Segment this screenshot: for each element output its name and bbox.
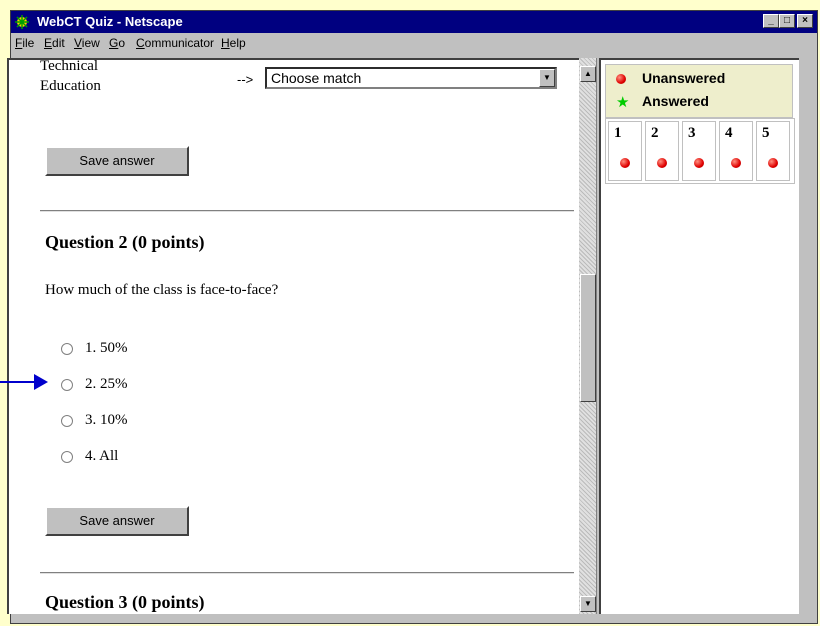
menu-go[interactable]: Go bbox=[109, 36, 125, 50]
quiz-frame: Technical Education --> Choose match ▼ S… bbox=[7, 58, 579, 614]
question-2-text: How much of the class is face-to-face? bbox=[45, 282, 279, 298]
divider bbox=[40, 572, 574, 574]
option-3-label: 3. 10% bbox=[85, 412, 128, 428]
legend-answered-label: Answered bbox=[642, 93, 709, 109]
menu-edit[interactable]: Edit bbox=[44, 36, 65, 50]
save-answer-button-q1[interactable]: Save answer bbox=[45, 146, 189, 176]
question-status-cell[interactable]: 4 bbox=[719, 121, 753, 181]
dropdown-arrow-icon[interactable]: ▼ bbox=[539, 69, 555, 87]
menu-bar: File Edit View Go Communicator Help bbox=[11, 33, 817, 53]
match-dropdown-value: Choose match bbox=[271, 70, 362, 86]
question-status-grid: 1 2 3 4 5 bbox=[605, 118, 795, 184]
save-answer-button-q2[interactable]: Save answer bbox=[45, 506, 189, 536]
legend-unanswered-label: Unanswered bbox=[642, 70, 726, 86]
title-bar[interactable]: WebCT Quiz - Netscape _ □ × bbox=[11, 11, 817, 33]
radio-option-4[interactable] bbox=[61, 451, 73, 463]
radio-option-2[interactable] bbox=[61, 379, 73, 391]
scroll-thumb[interactable] bbox=[580, 274, 596, 402]
question-2-heading: Question 2 (0 points) bbox=[45, 232, 205, 252]
question-status-cell[interactable]: 3 bbox=[682, 121, 716, 181]
unanswered-dot-icon bbox=[694, 158, 704, 168]
radio-option-1[interactable] bbox=[61, 343, 73, 355]
radio-option-3[interactable] bbox=[61, 415, 73, 427]
divider bbox=[40, 210, 574, 212]
minimize-button[interactable]: _ bbox=[763, 14, 779, 28]
close-button[interactable]: × bbox=[797, 14, 813, 28]
match-arrow-text: --> bbox=[237, 72, 254, 87]
question-status-cell[interactable]: 1 bbox=[608, 121, 642, 181]
pointer-arrow-icon bbox=[0, 374, 48, 390]
unanswered-dot-icon bbox=[731, 158, 741, 168]
match-dropdown[interactable]: Choose match ▼ bbox=[265, 67, 557, 89]
option-4-label: 4. All bbox=[85, 448, 119, 464]
window-title: WebCT Quiz - Netscape bbox=[37, 14, 183, 29]
maximize-button[interactable]: □ bbox=[779, 14, 795, 28]
menu-file[interactable]: File bbox=[15, 36, 34, 50]
menu-view[interactable]: View bbox=[74, 36, 100, 50]
option-2-label: 2. 25% bbox=[85, 376, 128, 392]
vertical-scrollbar[interactable]: ▲ ▼ bbox=[579, 58, 597, 614]
option-1-label: 1. 50% bbox=[85, 340, 128, 356]
question-status-cell[interactable]: 5 bbox=[756, 121, 790, 181]
question-status-cell[interactable]: 2 bbox=[645, 121, 679, 181]
scroll-up-icon[interactable]: ▲ bbox=[580, 66, 596, 82]
answered-star-icon: ★ bbox=[616, 94, 630, 111]
unanswered-dot-icon bbox=[657, 158, 667, 168]
menu-help[interactable]: Help bbox=[221, 36, 246, 50]
unanswered-dot-icon bbox=[768, 158, 778, 168]
scroll-down-icon[interactable]: ▼ bbox=[580, 596, 596, 612]
menu-communicator[interactable]: Communicator bbox=[136, 36, 214, 50]
status-frame: Unanswered ★ Answered 1 2 3 4 5 bbox=[599, 58, 799, 614]
match-term: Technical Education bbox=[40, 58, 101, 94]
status-legend: Unanswered ★ Answered bbox=[605, 64, 793, 118]
unanswered-dot-icon bbox=[620, 158, 630, 168]
question-3-heading: Question 3 (0 points) bbox=[45, 592, 205, 612]
netscape-icon bbox=[14, 14, 30, 30]
unanswered-dot-icon bbox=[616, 74, 626, 84]
